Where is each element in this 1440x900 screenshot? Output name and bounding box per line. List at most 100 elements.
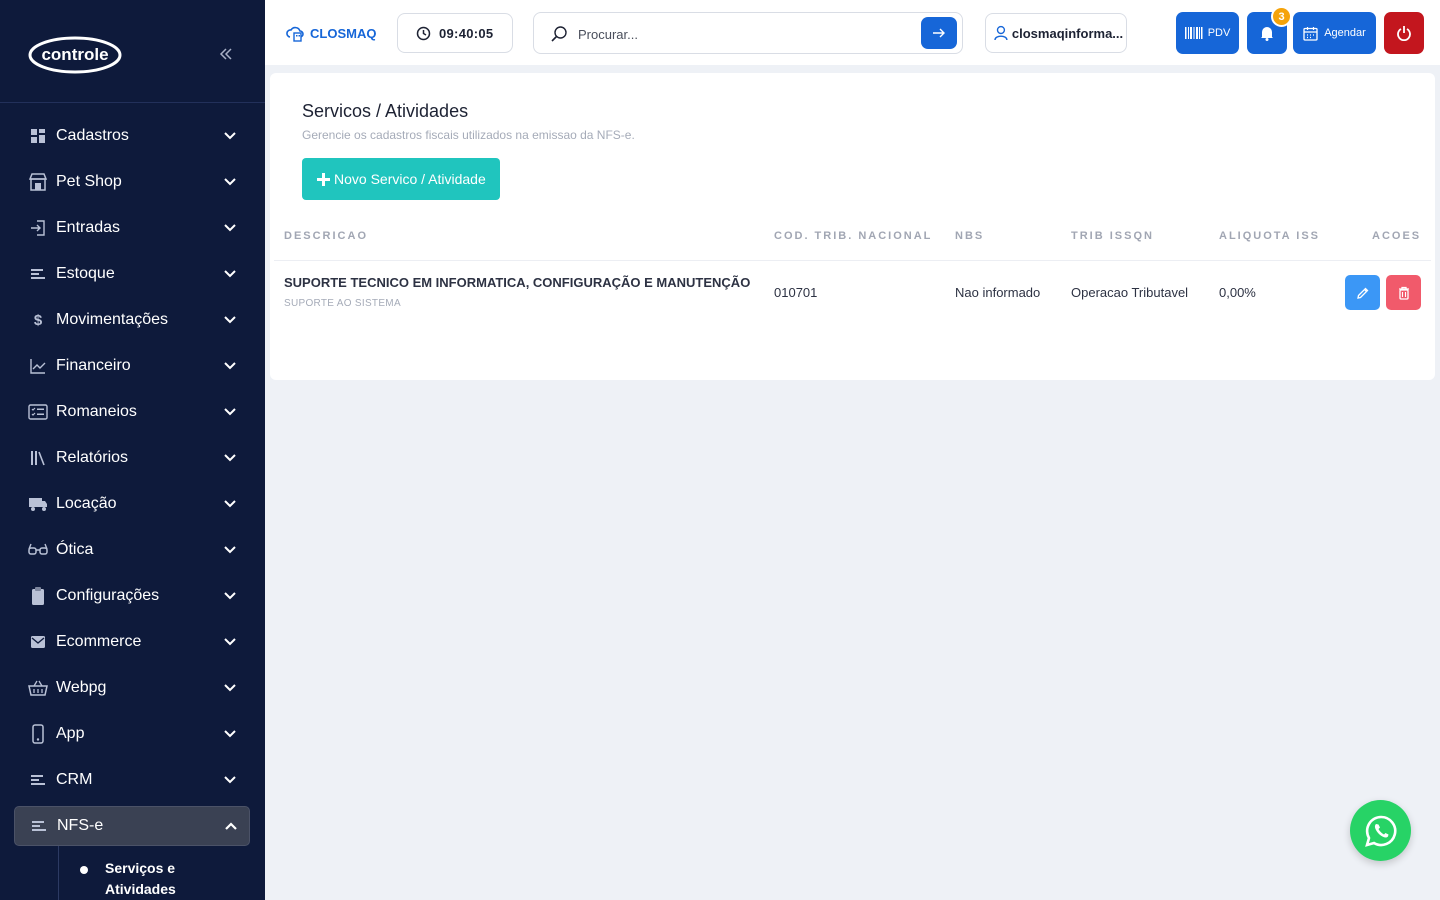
pdv-button[interactable]: PDV (1176, 12, 1239, 54)
list-icon (28, 264, 48, 284)
trash-icon (1398, 286, 1409, 300)
truck-icon (28, 494, 48, 514)
chevron-down-icon (224, 132, 236, 140)
sidebar-item-label: NFS-e (57, 817, 104, 834)
brand-label: CLOSMAQ (310, 25, 377, 41)
search-submit-button[interactable] (921, 17, 957, 49)
edit-button[interactable] (1345, 275, 1380, 310)
user-name: closmaqinforma... (1011, 25, 1124, 41)
chevron-down-icon (224, 592, 236, 600)
sidebar: controle Cadastros Pet Shop Entradas Est… (0, 0, 265, 900)
new-service-label: Novo Servico / Atividade (334, 171, 486, 187)
agendar-button[interactable]: Agendar (1293, 12, 1376, 54)
list-icon (28, 770, 48, 790)
clipboard-icon (28, 586, 48, 606)
notifications-badge: 3 (1271, 6, 1292, 27)
services-card: Servicos / Atividades Gerencie os cadast… (270, 73, 1435, 380)
calendar-icon (1303, 26, 1318, 41)
sidebar-item-label: Webpg (56, 679, 107, 696)
sidebar-item-ecommerce[interactable]: Ecommerce (0, 619, 265, 665)
company-brand[interactable]: CLOSMAQ (286, 24, 376, 42)
cloud-building-icon (286, 26, 304, 42)
sidebar-item-relatorios[interactable]: Relatórios (0, 435, 265, 481)
whatsapp-button[interactable] (1350, 800, 1411, 861)
power-icon (1397, 26, 1411, 41)
submenu-item-servicos-atividades[interactable]: Serviços e Atividades (80, 858, 205, 900)
sidebar-item-otica[interactable]: Ótica (0, 527, 265, 573)
grid-icon (28, 126, 48, 146)
enter-icon (28, 218, 48, 238)
sidebar-item-webpg[interactable]: Webpg (0, 665, 265, 711)
sidebar-item-label: Ecommerce (56, 633, 142, 650)
sidebar-item-romaneios[interactable]: Romaneios (0, 389, 265, 435)
barcode-icon (1184, 27, 1203, 39)
chevron-down-icon (224, 224, 236, 232)
clock-icon (416, 26, 431, 40)
sidebar-item-label: Romaneios (56, 403, 137, 420)
nfse-submenu: Serviços e Atividades (0, 846, 265, 900)
sidebar-item-label: Pet Shop (56, 173, 122, 190)
column-header-acoes: ACOES (1372, 230, 1422, 242)
sidebar-item-label: Locação (56, 495, 117, 512)
new-service-button[interactable]: Novo Servico / Atividade (302, 158, 500, 200)
sidebar-header: controle (0, 0, 265, 103)
dollar-icon: $ (33, 311, 43, 329)
sidebar-item-entradas[interactable]: Entradas (0, 205, 265, 251)
search-icon (551, 26, 567, 42)
cell-aliquota: 0,00% (1219, 285, 1256, 300)
page-subtitle: Gerencie os cadastros fiscais utilizados… (302, 128, 635, 142)
cell-nbs: Nao informado (955, 285, 1041, 300)
sidebar-item-estoque[interactable]: Estoque (0, 251, 265, 297)
store-icon (28, 172, 48, 192)
arrow-right-icon (933, 28, 945, 38)
chevron-up-icon (225, 822, 237, 830)
cell-trib-issqn: Operacao Tributavel (1071, 285, 1189, 300)
chevron-down-icon (224, 730, 236, 738)
books-icon (28, 448, 48, 468)
collapse-sidebar-icon[interactable] (216, 44, 236, 64)
chevron-down-icon (224, 454, 236, 462)
logout-button[interactable] (1384, 12, 1424, 54)
sidebar-item-label: Configurações (56, 587, 160, 604)
sidebar-item-financeiro[interactable]: Financeiro (0, 343, 265, 389)
sidebar-item-crm[interactable]: CRM (0, 757, 265, 803)
logo-text: controle (41, 45, 108, 64)
chevron-down-icon (224, 178, 236, 186)
sidebar-item-label: Movimentações (56, 311, 169, 328)
chevron-down-icon (224, 638, 236, 646)
sidebar-item-label: Relatórios (56, 449, 129, 466)
search-input[interactable] (578, 23, 908, 45)
sidebar-item-app[interactable]: App (0, 711, 265, 757)
sidebar-item-nfse[interactable]: NFS-e (14, 806, 250, 846)
topbar: CLOSMAQ 09:40:05 closmaqinforma... (265, 0, 1440, 65)
table-divider (274, 260, 1431, 261)
pdv-label: PDV (1207, 27, 1231, 39)
chart-icon (28, 356, 48, 376)
sidebar-item-label: CRM (56, 771, 93, 788)
sidebar-menu: Cadastros Pet Shop Entradas Estoque $ Mo… (0, 113, 265, 900)
sidebar-item-label: Estoque (56, 265, 115, 282)
column-header-cod-trib: COD. TRIB. NACIONAL (774, 230, 933, 242)
page-title: Servicos / Atividades (302, 101, 469, 121)
sidebar-item-locacao[interactable]: Locação (0, 481, 265, 527)
sidebar-item-label: Entradas (56, 219, 121, 236)
delete-button[interactable] (1386, 275, 1421, 310)
user-menu[interactable]: closmaqinforma... (985, 13, 1127, 53)
cell-cod-trib: 010701 (774, 285, 818, 300)
sidebar-item-movimentacoes[interactable]: $ Movimentações (0, 297, 265, 343)
sidebar-item-cadastros[interactable]: Cadastros (0, 113, 265, 159)
agendar-label: Agendar (1324, 27, 1366, 39)
controle-logo[interactable]: controle (28, 36, 122, 74)
submenu-item-label: Serviços e Atividades (105, 860, 176, 897)
search-box (533, 12, 963, 54)
basket-icon (28, 678, 48, 698)
user-icon (994, 25, 1008, 41)
clock-time: 09:40:05 (439, 25, 494, 41)
chevron-down-icon (224, 362, 236, 370)
column-header-trib-issqn: TRIB ISSQN (1071, 230, 1154, 242)
sidebar-item-label: Ótica (56, 541, 94, 558)
sidebar-item-configuracoes[interactable]: Configurações (0, 573, 265, 619)
sidebar-item-pet-shop[interactable]: Pet Shop (0, 159, 265, 205)
chevron-down-icon (224, 684, 236, 692)
column-header-aliquota: ALIQUOTA ISS (1219, 230, 1320, 242)
